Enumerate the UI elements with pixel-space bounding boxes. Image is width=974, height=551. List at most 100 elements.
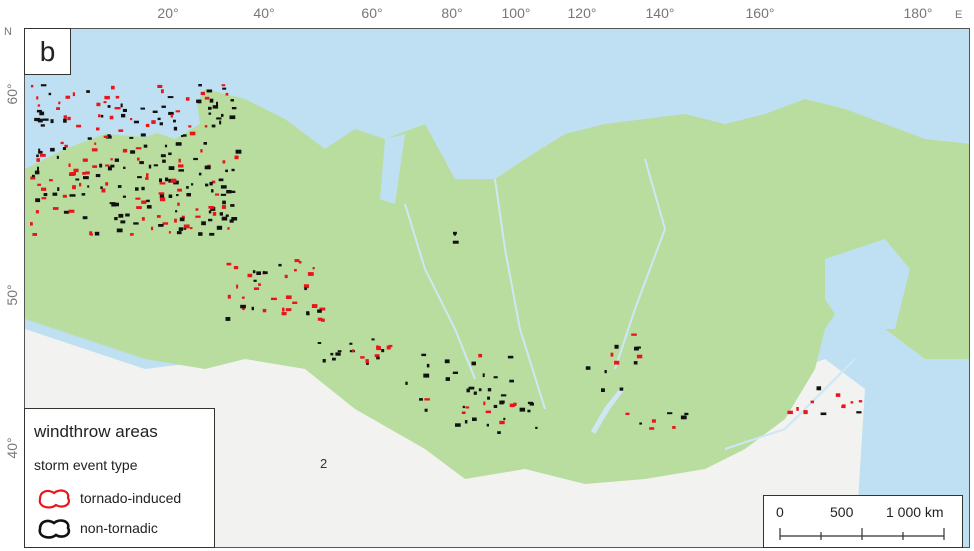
tornado-windthrow-mark xyxy=(298,261,302,264)
non-tornadic-windthrow-mark xyxy=(225,214,229,217)
tornado-windthrow-mark xyxy=(70,172,76,176)
non-tornadic-windthrow-mark xyxy=(83,176,89,180)
non-tornadic-windthrow-mark xyxy=(140,107,145,110)
non-tornadic-windthrow-mark xyxy=(231,107,237,110)
tornado-windthrow-mark xyxy=(242,308,245,311)
non-tornadic-windthrow-mark xyxy=(220,193,227,196)
tornado-windthrow-mark xyxy=(68,209,75,213)
non-tornadic-windthrow-mark xyxy=(453,231,457,235)
non-tornadic-windthrow-mark xyxy=(509,379,514,383)
non-tornadic-windthrow-mark xyxy=(371,338,375,341)
non-tornadic-windthrow-mark xyxy=(157,117,161,121)
tornado-windthrow-mark xyxy=(651,419,656,423)
non-tornadic-windthrow-mark xyxy=(37,166,39,171)
tornado-windthrow-mark xyxy=(96,127,100,131)
black-filled-blob-icon xyxy=(38,519,71,539)
tornado-windthrow-mark xyxy=(41,197,47,200)
non-tornadic-windthrow-mark xyxy=(107,166,112,171)
non-tornadic-windthrow-mark xyxy=(473,391,477,395)
tornado-windthrow-mark xyxy=(351,349,355,353)
tornado-windthrow-mark xyxy=(625,412,630,415)
tornado-windthrow-mark xyxy=(168,231,171,234)
non-tornadic-windthrow-mark xyxy=(133,222,139,225)
panel-letter: b xyxy=(24,28,71,75)
non-tornadic-windthrow-mark xyxy=(40,84,47,87)
tornado-windthrow-mark xyxy=(810,400,814,404)
non-tornadic-windthrow-mark xyxy=(95,174,101,178)
tornado-windthrow-mark xyxy=(294,259,300,263)
non-tornadic-windthrow-mark xyxy=(87,137,92,140)
tornado-windthrow-mark xyxy=(68,163,71,167)
non-tornadic-windthrow-mark xyxy=(219,212,223,216)
non-tornadic-windthrow-mark xyxy=(198,172,202,176)
tornado-windthrow-mark xyxy=(141,217,145,221)
tornado-windthrow-mark xyxy=(178,164,184,168)
non-tornadic-windthrow-mark xyxy=(472,417,477,421)
tornado-windthrow-mark xyxy=(796,407,799,411)
non-tornadic-windthrow-mark xyxy=(452,371,458,374)
tornado-windthrow-mark xyxy=(858,400,863,403)
non-tornadic-windthrow-mark xyxy=(40,124,45,127)
tornado-windthrow-mark xyxy=(175,110,181,113)
non-tornadic-windthrow-mark xyxy=(35,198,41,203)
non-tornadic-windthrow-mark xyxy=(211,189,214,193)
non-tornadic-windthrow-mark xyxy=(168,194,173,198)
tornado-windthrow-mark xyxy=(91,148,98,152)
tornado-windthrow-mark xyxy=(37,183,41,186)
non-tornadic-windthrow-mark xyxy=(182,134,187,137)
tornado-windthrow-mark xyxy=(374,354,380,358)
non-tornadic-windthrow-mark xyxy=(175,142,182,146)
non-tornadic-windthrow-mark xyxy=(493,404,498,408)
non-tornadic-windthrow-mark xyxy=(120,103,123,108)
tornado-windthrow-mark xyxy=(227,294,231,299)
tornado-windthrow-mark xyxy=(130,233,134,236)
non-tornadic-windthrow-mark xyxy=(176,194,179,197)
tornado-windthrow-mark xyxy=(215,193,220,196)
non-tornadic-windthrow-mark xyxy=(251,306,254,311)
non-tornadic-windthrow-mark xyxy=(419,398,423,401)
non-tornadic-windthrow-mark xyxy=(222,200,226,205)
tornado-windthrow-mark xyxy=(835,393,841,397)
lon-tick-160: 160° xyxy=(745,5,775,21)
tornado-windthrow-mark xyxy=(72,185,76,190)
tornado-windthrow-mark xyxy=(513,402,517,406)
non-tornadic-windthrow-mark xyxy=(229,115,236,120)
non-tornadic-windthrow-mark xyxy=(604,370,607,374)
non-tornadic-windthrow-mark xyxy=(114,217,118,221)
tornado-windthrow-mark xyxy=(285,308,292,312)
tornado-windthrow-mark xyxy=(105,182,109,186)
tornado-windthrow-mark xyxy=(850,401,854,404)
lon-tick-120: 120° xyxy=(567,5,597,21)
non-tornadic-windthrow-mark xyxy=(225,317,231,321)
non-tornadic-windthrow-mark xyxy=(229,219,234,223)
tornado-windthrow-mark xyxy=(145,177,149,180)
non-tornadic-windthrow-mark xyxy=(178,227,184,231)
lat-tick-60: 60° xyxy=(4,83,20,105)
non-tornadic-windthrow-mark xyxy=(197,99,202,104)
tornado-windthrow-mark xyxy=(130,118,133,121)
tornado-windthrow-mark xyxy=(485,410,491,414)
non-tornadic-windthrow-mark xyxy=(209,98,214,103)
non-tornadic-windthrow-mark xyxy=(99,163,103,168)
non-tornadic-windthrow-mark xyxy=(162,159,166,163)
non-tornadic-windthrow-mark xyxy=(178,169,184,172)
non-tornadic-windthrow-mark xyxy=(253,279,257,282)
tornado-windthrow-mark xyxy=(122,148,128,153)
non-tornadic-windthrow-mark xyxy=(220,185,227,189)
tornado-windthrow-mark xyxy=(285,295,292,299)
non-tornadic-windthrow-mark xyxy=(482,373,485,378)
non-tornadic-windthrow-mark xyxy=(634,346,639,351)
tornado-windthrow-mark xyxy=(137,157,140,161)
tornado-windthrow-mark xyxy=(204,125,208,128)
non-tornadic-windthrow-mark xyxy=(186,193,191,197)
non-tornadic-windthrow-mark xyxy=(667,412,673,415)
non-tornadic-windthrow-mark xyxy=(208,218,213,222)
non-tornadic-windthrow-mark xyxy=(75,178,80,181)
tornado-windthrow-mark xyxy=(156,215,161,218)
red-outline-blob-icon xyxy=(38,489,70,509)
tornado-windthrow-mark xyxy=(63,115,67,119)
non-tornadic-windthrow-mark xyxy=(500,394,507,397)
non-tornadic-windthrow-mark xyxy=(204,165,211,170)
tornado-windthrow-mark xyxy=(161,89,164,94)
lon-tick-100: 100° xyxy=(501,5,531,21)
